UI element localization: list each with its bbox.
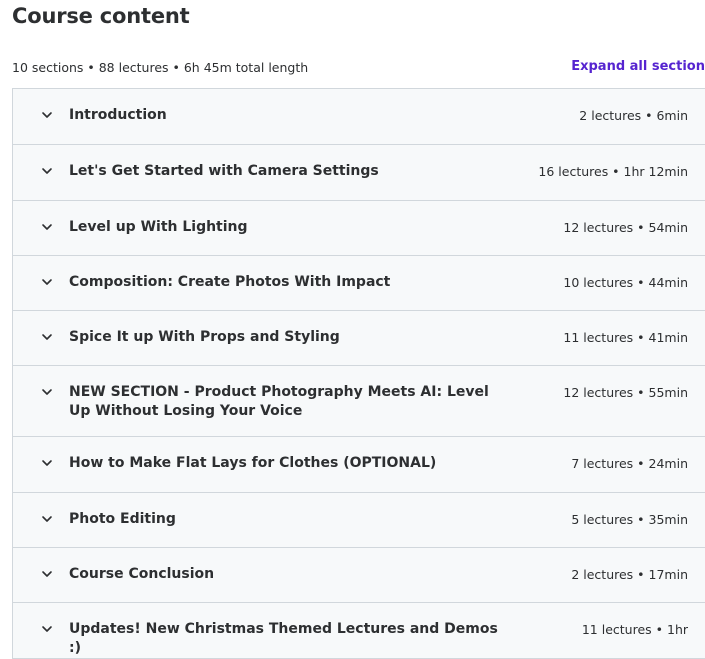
section-row-lighting[interactable]: Level up With Lighting 12 lectures • 54m… [13,199,705,255]
section-meta: 7 lectures • 24min [571,456,688,472]
section-row-introduction[interactable]: Introduction 2 lectures • 6min [13,89,705,145]
chevron-down-icon [42,334,52,340]
chevron-down-icon [42,571,52,577]
chevron-down-icon [42,279,52,285]
section-meta: 12 lectures • 54min [563,219,688,235]
chevron-down-icon [42,223,52,230]
section-title: Let's Get Started with Camera Settings [69,163,379,180]
section-meta: 11 lectures • 41min [563,330,688,346]
section-meta: 5 lectures • 35min [571,511,688,527]
section-row-flat-lays[interactable]: How to Make Flat Lays for Clothes (OPTIO… [13,436,705,492]
chevron-down-icon [42,168,52,175]
chevron-down-icon [42,112,52,118]
chevron-down-icon [42,515,52,522]
chevron-down-icon [42,626,52,633]
chevron-down-icon [42,460,52,467]
section-title: Updates! New Christmas Themed Lectures a… [69,621,498,657]
expand-all-sections-button[interactable]: Expand all section [571,59,705,74]
section-row-camera-settings[interactable]: Let's Get Started with Camera Settings 1… [13,144,705,200]
section-row-props-styling[interactable]: Spice It up With Props and Styling 11 le… [13,310,705,366]
section-row-ai-photography[interactable]: NEW SECTION - Product Photography Meets … [13,365,705,437]
section-title: How to Make Flat Lays for Clothes (OPTIO… [69,455,437,472]
section-meta: 16 lectures • 1hr 12min [538,164,688,180]
section-title: Course Conclusion [69,566,215,583]
section-title: Level up With Lighting [69,218,248,235]
section-row-conclusion[interactable]: Course Conclusion 2 lectures • 17min [13,547,705,603]
page-title: Course content [12,4,190,28]
section-meta: 2 lectures • 17min [571,567,688,583]
section-title: Composition: Create Photos With Impact [69,273,391,290]
section-title: Photo Editing [69,510,176,527]
section-meta: 10 lectures • 44min [563,274,688,290]
chevron-down-icon [42,389,52,396]
section-title: Spice It up With Props and Styling [69,329,340,346]
course-summary: 10 sections • 88 lectures • 6h 45m total… [12,60,309,75]
section-row-composition[interactable]: Composition: Create Photos With Impact 1… [13,254,705,311]
section-title: NEW SECTION - Product Photography Meets … [69,384,489,420]
section-row-christmas-updates[interactable]: Updates! New Christmas Themed Lectures a… [13,602,705,658]
section-meta: 2 lectures • 6min [579,108,688,123]
section-meta: 11 lectures • 1hr [581,622,688,638]
section-meta: 12 lectures • 55min [563,385,688,401]
section-title: Introduction [69,107,167,123]
section-row-photo-editing[interactable]: Photo Editing 5 lectures • 35min [13,491,705,548]
section-list: Introduction 2 lectures • 6min Let's Get… [12,88,705,659]
